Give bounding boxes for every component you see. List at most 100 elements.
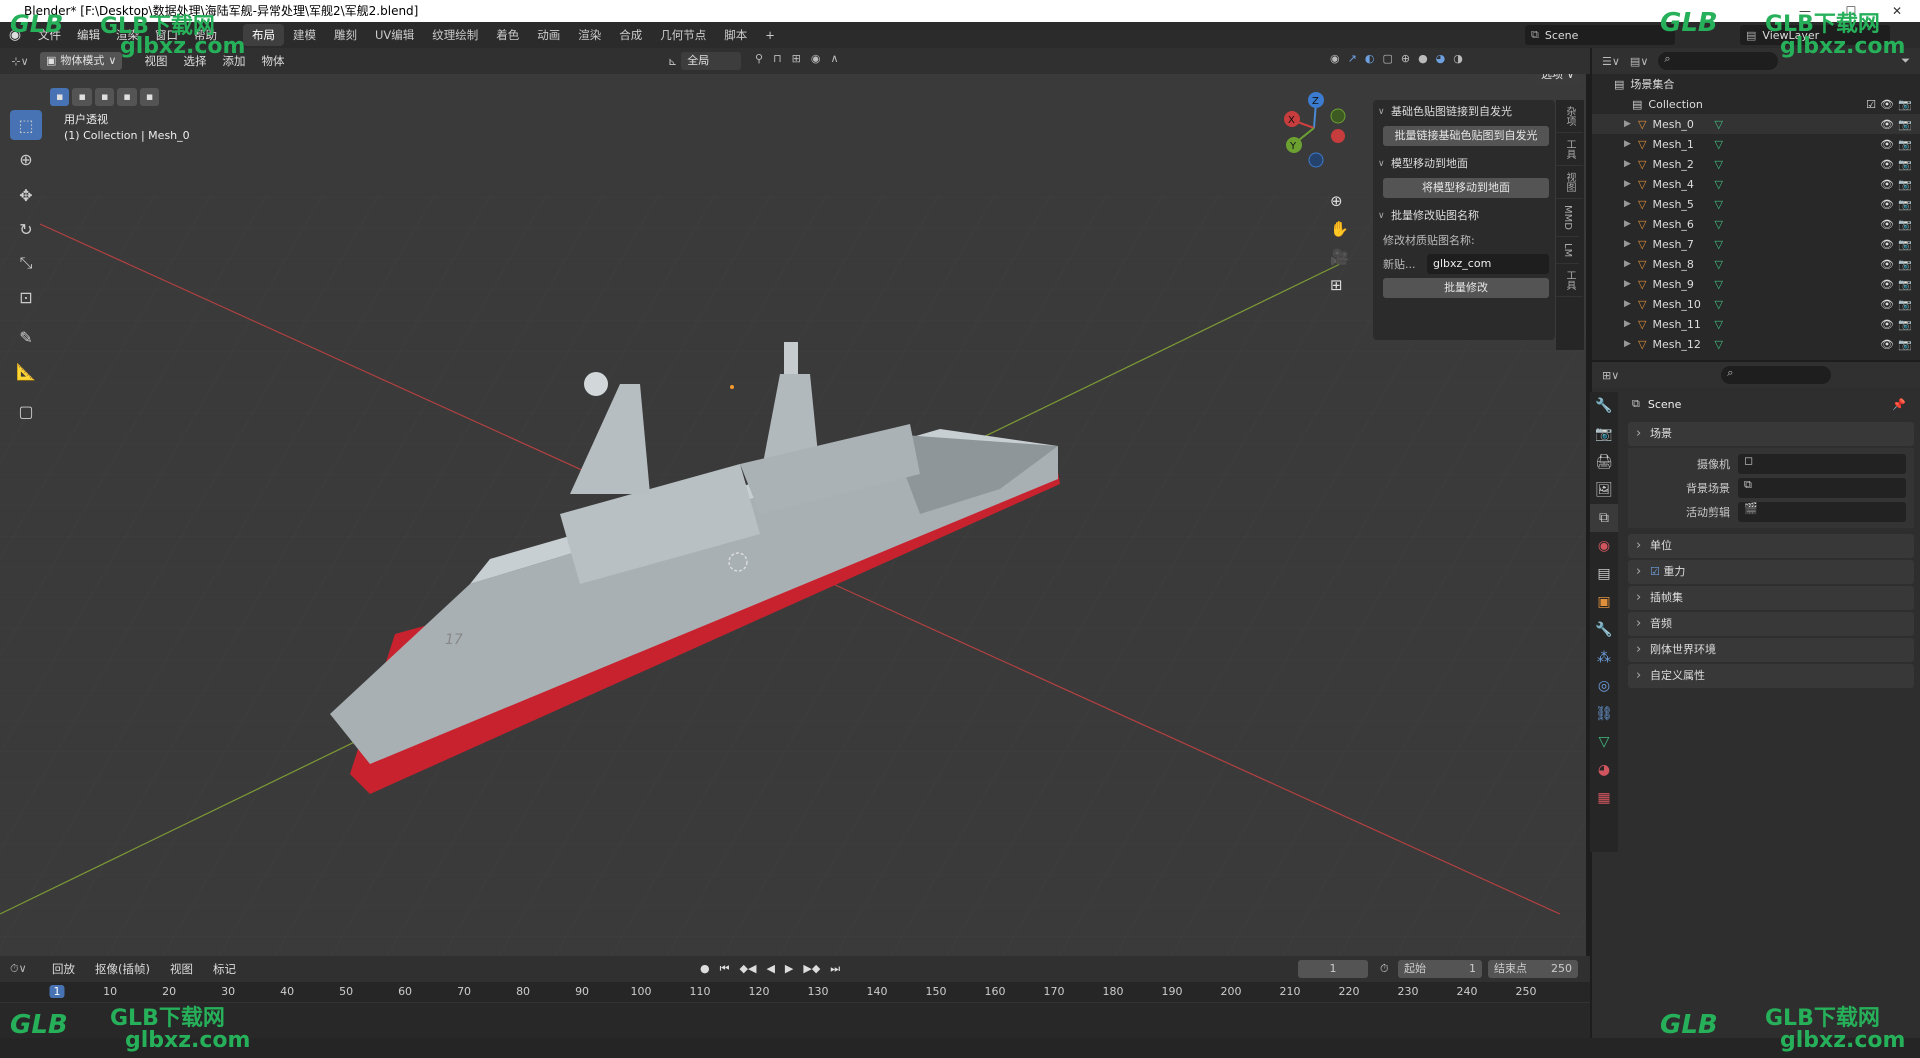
camera-icon[interactable]: 📷 (1898, 318, 1912, 331)
mesh-data-icon[interactable]: ▽ (1714, 198, 1722, 211)
transform-orientation[interactable]: ⊾ 全局 (668, 52, 742, 70)
mesh-data-icon[interactable]: ▽ (1714, 258, 1722, 271)
camera-icon[interactable]: 📷 (1898, 298, 1912, 311)
rotate-tool[interactable]: ↻ (10, 214, 42, 244)
mesh-data-icon[interactable]: ▽ (1714, 118, 1722, 131)
3d-viewport[interactable]: 17 ⬚ ⊕ ✥ ↻ ⤡ ⊡ ✎ 📐 ▢ ▪ ▪ ▪ ▪ ▪ 用户透视 (1) … (0, 74, 1586, 956)
tl-menu-view[interactable]: 视图 (162, 961, 201, 977)
select-new-icon[interactable]: ▪ (50, 88, 70, 106)
expand-arrow-icon[interactable]: ▶ (1624, 299, 1638, 309)
scene-selector[interactable]: ⧉ Scene (1525, 25, 1675, 45)
eye-icon[interactable]: 👁 (1880, 298, 1894, 311)
camera-icon[interactable]: 📷 (1898, 98, 1912, 111)
camera-icon[interactable]: 📷 (1898, 118, 1912, 131)
timeline-editor-icon[interactable]: ⏱∨ (10, 962, 40, 976)
eye-icon[interactable]: 👁 (1880, 318, 1894, 331)
select-invert-icon[interactable]: ▪ (117, 88, 137, 106)
tab-shading[interactable]: 着色 (487, 24, 528, 46)
snap-target-icon[interactable]: ⊞ (792, 52, 801, 65)
tab-layout[interactable]: 布局 (243, 24, 284, 46)
bg-scene-field-input[interactable]: ⧉ (1738, 478, 1906, 498)
record-icon[interactable]: ● (700, 962, 710, 976)
expand-arrow-icon[interactable]: ▶ (1624, 239, 1638, 249)
solid-shading-icon[interactable]: ● (1418, 52, 1428, 65)
modifier-props-icon[interactable]: 🔧 (1590, 616, 1618, 644)
outliner-mesh-row[interactable]: ▶ ▽ Mesh_9 ▽ 👁 📷 (1592, 274, 1920, 294)
editor-type-icon[interactable]: ⊹∨ (0, 55, 40, 68)
camera-icon[interactable]: 📷 (1898, 198, 1912, 211)
close-button[interactable]: ✕ (1874, 0, 1920, 22)
data-props-icon[interactable]: ▽ (1590, 728, 1618, 756)
move-tool[interactable]: ✥ (10, 180, 42, 210)
expand-arrow-icon[interactable]: ▶ (1624, 319, 1638, 329)
tl-menu-playback[interactable]: 回放 (44, 961, 83, 977)
mesh-data-icon[interactable]: ▽ (1714, 138, 1722, 151)
falloff-icon[interactable]: ∧ (830, 52, 838, 65)
outliner-collection[interactable]: ▤ Collection ☑ 👁 📷 (1592, 94, 1920, 114)
select-box-tool[interactable]: ⬚ (10, 110, 42, 140)
outliner-mesh-row[interactable]: ▶ ▽ Mesh_5 ▽ 👁 📷 (1592, 194, 1920, 214)
mesh-data-icon[interactable]: ▽ (1714, 238, 1722, 251)
tab-geometry-nodes[interactable]: 几何节点 (651, 24, 715, 46)
measure-tool[interactable]: 📐 (10, 356, 42, 386)
mesh-data-icon[interactable]: ▽ (1714, 318, 1722, 331)
play-icon[interactable]: ▶ (785, 962, 793, 976)
outliner-mesh-row[interactable]: ▶ ▽ Mesh_8 ▽ 👁 📷 (1592, 254, 1920, 274)
visibility-icon[interactable]: ◉ (1330, 52, 1340, 65)
outliner-mesh-row[interactable]: ▶ ▽ Mesh_10 ▽ 👁 📷 (1592, 294, 1920, 314)
object-props-icon[interactable]: ▣ (1590, 588, 1618, 616)
tab-lm[interactable]: LM (1556, 237, 1579, 265)
outliner-mesh-row[interactable]: ▶ ▽ Mesh_11 ▽ 👁 📷 (1592, 314, 1920, 334)
start-frame-input[interactable]: 起始 1 (1398, 960, 1482, 978)
expand-arrow-icon[interactable]: ▶ (1624, 159, 1638, 169)
tab-compositing[interactable]: 合成 (610, 24, 651, 46)
eye-icon[interactable]: 👁 (1880, 98, 1894, 111)
constraints-props-icon[interactable]: ⛓ (1590, 700, 1618, 728)
options-button[interactable]: 选项 ∨ (1535, 74, 1581, 84)
select-extend-icon[interactable]: ▪ (72, 88, 92, 106)
section-audio[interactable]: 音频 (1628, 612, 1914, 636)
outliner-mesh-row[interactable]: ▶ ▽ Mesh_12 ▽ 👁 📷 (1592, 334, 1920, 354)
section-keying-sets[interactable]: 插帧集 (1628, 586, 1914, 610)
eye-icon[interactable]: 👁 (1880, 258, 1894, 271)
play-reverse-icon[interactable]: ◀ (766, 962, 774, 976)
batch-rename-button[interactable]: 批量修改 (1383, 278, 1549, 298)
mesh-data-icon[interactable]: ▽ (1714, 338, 1722, 351)
select-intersect-icon[interactable]: ▪ (139, 88, 160, 106)
rendered-shading-icon[interactable]: ◑ (1453, 52, 1463, 65)
jump-start-icon[interactable]: ⏮ (720, 962, 730, 976)
expand-arrow-icon[interactable]: ▶ (1624, 199, 1638, 209)
pivot-icon[interactable]: ⚲ (755, 52, 763, 65)
gizmo-toggle-icon[interactable]: ↗ (1348, 52, 1357, 65)
navigation-gizmo[interactable]: Z X Y (1270, 88, 1350, 168)
cursor-tool[interactable]: ⊕ (10, 144, 42, 174)
expand-arrow-icon[interactable]: ▶ (1624, 259, 1638, 269)
material-shading-icon[interactable]: ◕ (1436, 52, 1446, 65)
outliner-mesh-row[interactable]: ▶ ▽ Mesh_4 ▽ 👁 📷 (1592, 174, 1920, 194)
outliner-mesh-row[interactable]: ▶ ▽ Mesh_7 ▽ 👁 📷 (1592, 234, 1920, 254)
add-workspace-button[interactable]: + (756, 24, 784, 46)
ortho-grid-icon[interactable]: ⊞ (1330, 276, 1349, 294)
tab-misc[interactable]: 杂项 (1556, 100, 1583, 133)
section-rigid-body-world[interactable]: 刚体世界环境 (1628, 638, 1914, 662)
tab-modeling[interactable]: 建模 (284, 24, 325, 46)
section-gravity[interactable]: ☑ 重力 (1628, 560, 1914, 584)
new-name-input[interactable]: glbxz_com (1427, 254, 1549, 274)
section-custom-properties[interactable]: 自定义属性 (1628, 664, 1914, 688)
current-frame-input[interactable]: 1 (1298, 960, 1368, 978)
wireframe-shading-icon[interactable]: ⊕ (1401, 52, 1410, 65)
display-mode-icon[interactable]: ▤∨ (1630, 55, 1648, 68)
camera-icon[interactable]: 📷 (1898, 258, 1912, 271)
tl-menu-marker[interactable]: 标记 (205, 961, 244, 977)
frame-ruler[interactable]: 1 10 20 30 40 50 60 70 80 90 100 110 120 130 140 150 160… (0, 982, 1590, 1002)
tab-scripting[interactable]: 脚本 (715, 24, 756, 46)
np-section-move-to-ground[interactable]: 模型移动到地面 (1373, 152, 1555, 176)
eye-icon[interactable]: 👁 (1880, 138, 1894, 151)
view-layer-props-icon[interactable]: 🖼 (1590, 476, 1618, 504)
tab-texture-paint[interactable]: 纹理绘制 (423, 24, 487, 46)
expand-arrow-icon[interactable]: ▶ (1624, 119, 1638, 129)
eye-icon[interactable]: 👁 (1880, 278, 1894, 291)
properties-search-input[interactable]: ⌕ (1721, 366, 1832, 384)
mode-selector[interactable]: ▣ 物体模式 ∨ (40, 52, 123, 70)
xray-icon[interactable]: ▢ (1382, 52, 1392, 65)
